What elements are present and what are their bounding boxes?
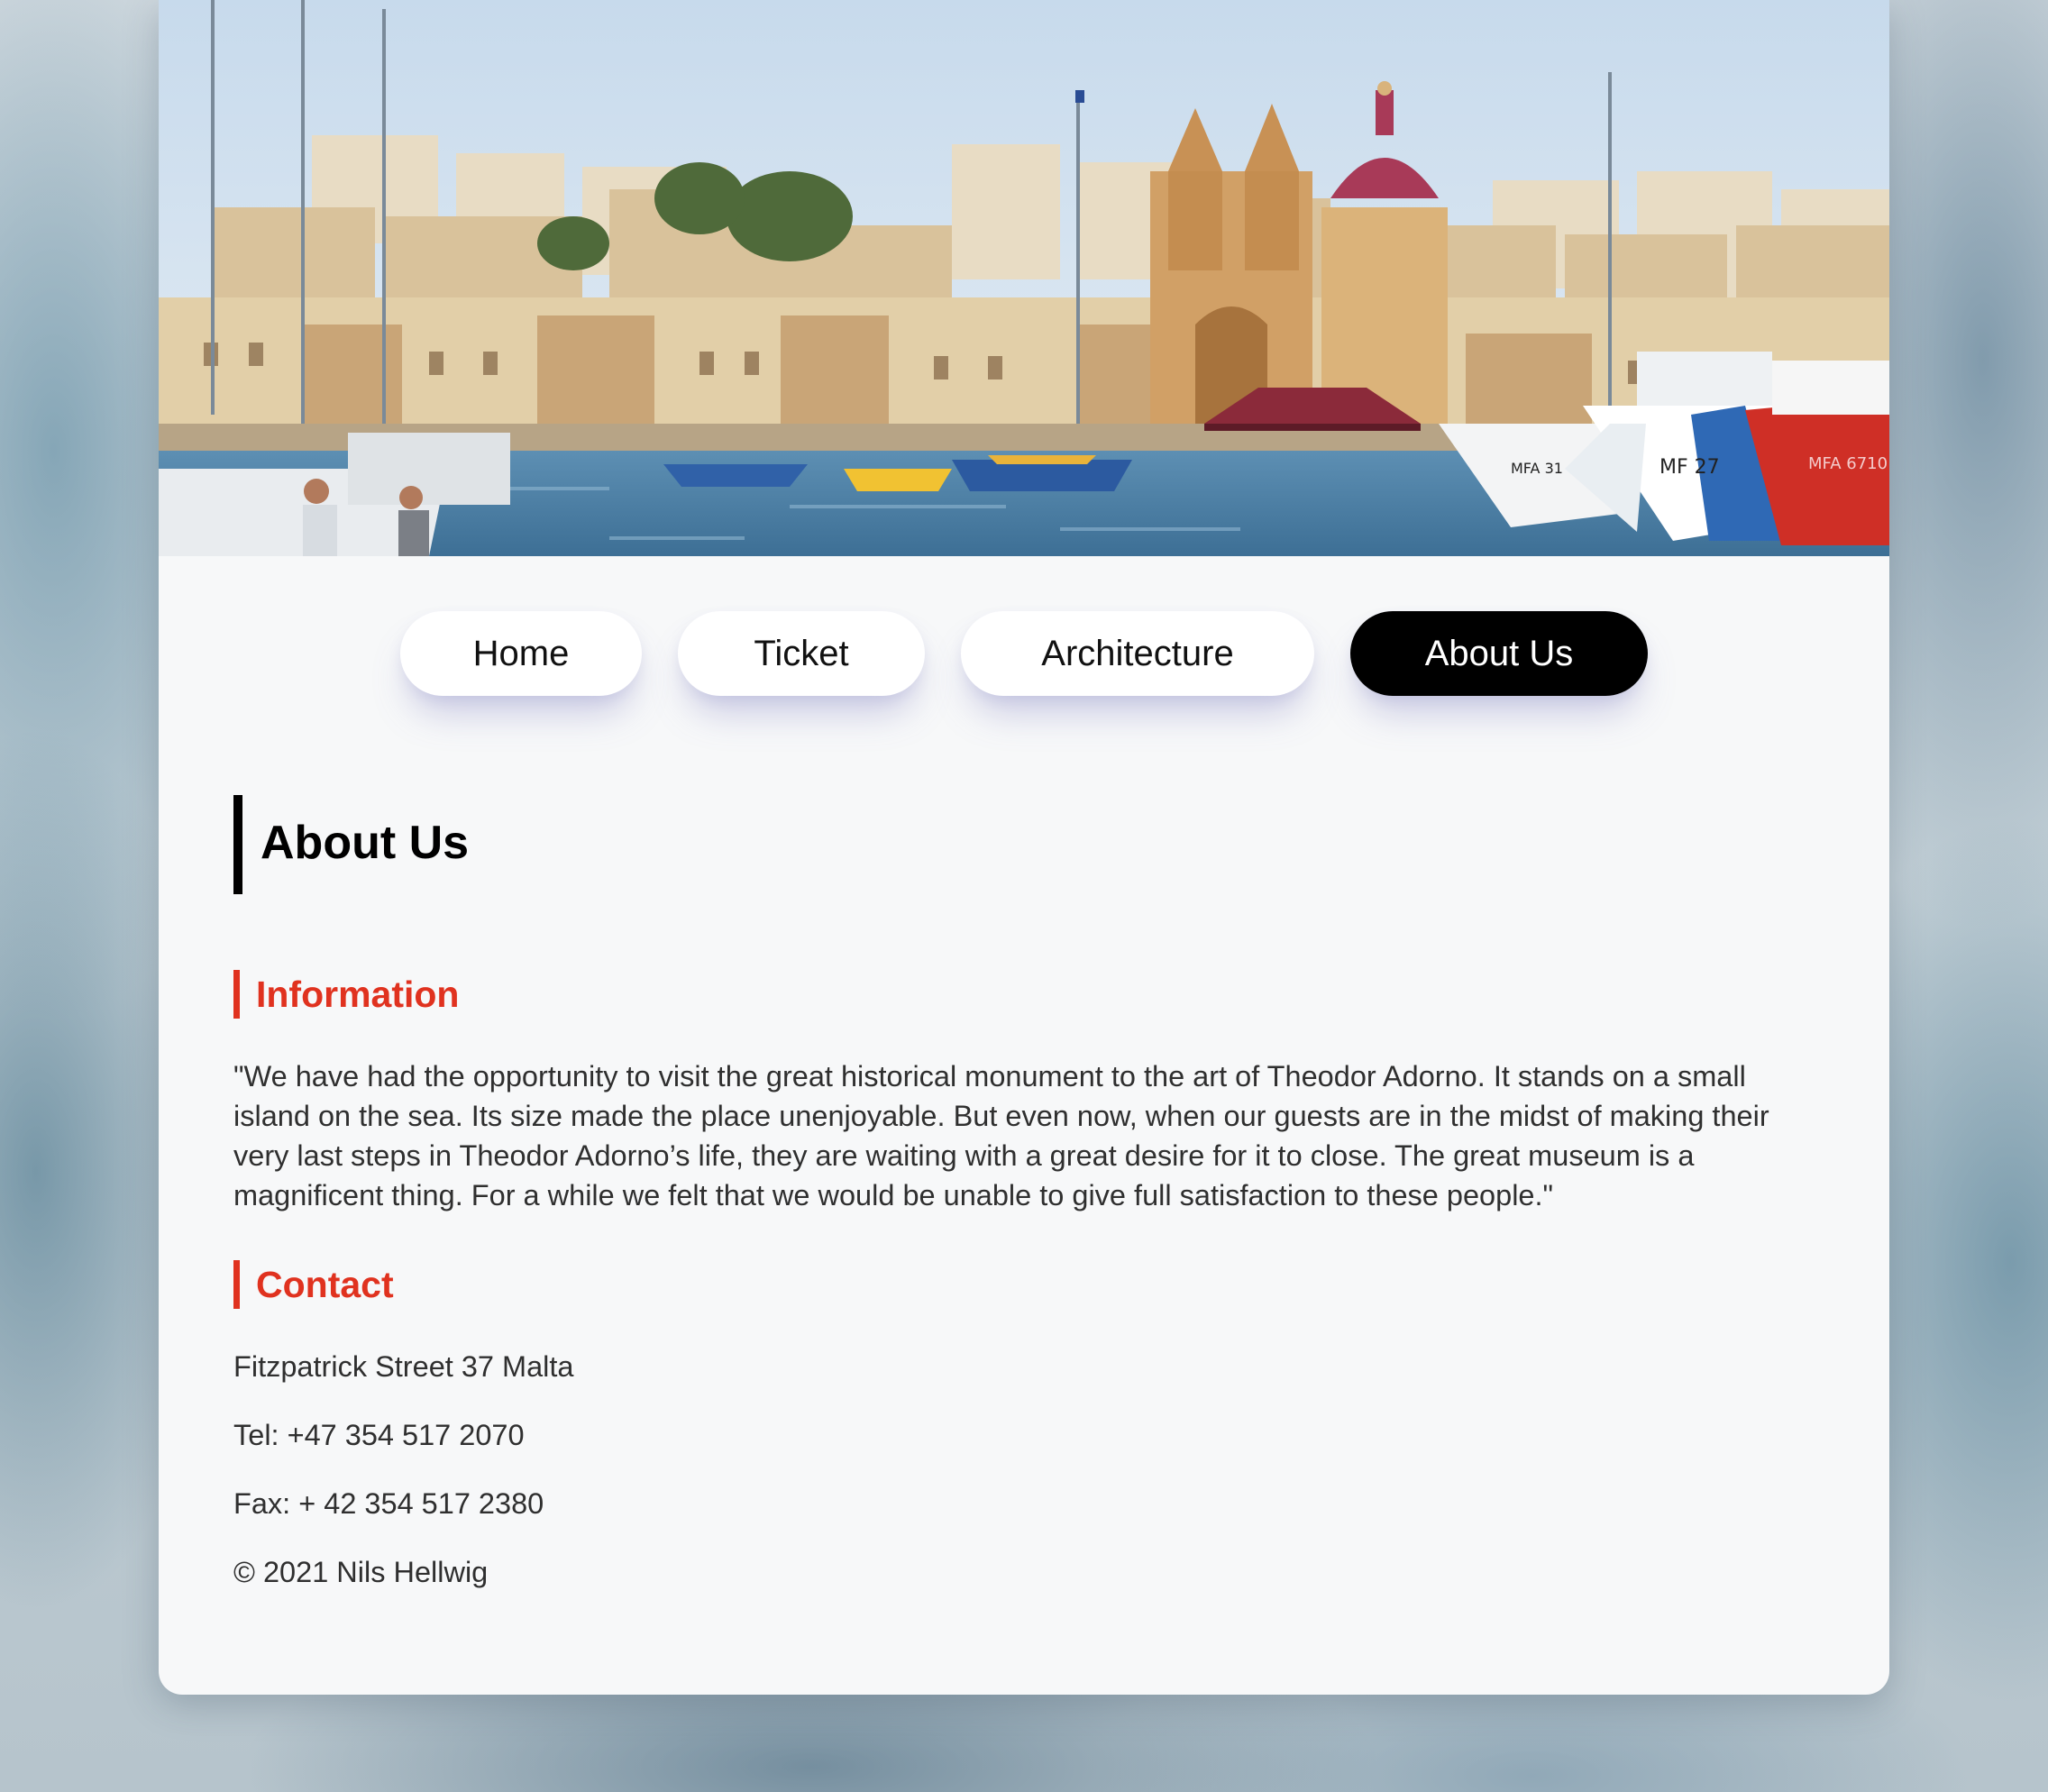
nav-home-label: Home	[472, 634, 570, 673]
nav-ticket[interactable]: Ticket	[678, 611, 925, 696]
nav-home[interactable]: Home	[400, 611, 642, 696]
contact-fax: Fax: + 42 354 517 2380	[233, 1487, 544, 1520]
nav-architecture[interactable]: Architecture	[961, 611, 1314, 696]
contact-tel: Tel: +47 354 517 2070	[233, 1419, 525, 1451]
information-accent-bar	[233, 970, 240, 1019]
contact-address: Fitzpatrick Street 37 Malta	[233, 1350, 574, 1383]
svg-text:MF 27: MF 27	[1659, 456, 1720, 479]
nav-ticket-label: Ticket	[754, 634, 849, 673]
nav-about-us-label: About Us	[1424, 634, 1574, 673]
svg-text:MFA 31: MFA 31	[1511, 460, 1563, 477]
page-card: MFA 31 MF 27 MFA 6710 Home Ticket Archit…	[159, 0, 1889, 1695]
information-text: "We have had the opportunity to visit th…	[233, 1060, 1769, 1211]
svg-text:MFA 6710: MFA 6710	[1808, 454, 1888, 473]
harbour-illustration: MFA 31 MF 27 MFA 6710	[159, 0, 1889, 556]
copyright: © 2021 Nils Hellwig	[233, 1556, 489, 1588]
contact-accent-bar	[233, 1260, 240, 1309]
contact-heading: Contact	[256, 1264, 394, 1305]
nav-about-us[interactable]: About Us	[1350, 611, 1648, 696]
page-title-accent-bar	[233, 795, 242, 894]
nav-architecture-label: Architecture	[1041, 634, 1234, 673]
main-nav: Home Ticket Architecture About Us	[159, 611, 1889, 696]
page-title: About Us	[261, 817, 470, 869]
information-heading: Information	[256, 974, 460, 1015]
hero-image: MFA 31 MF 27 MFA 6710	[159, 0, 1889, 556]
